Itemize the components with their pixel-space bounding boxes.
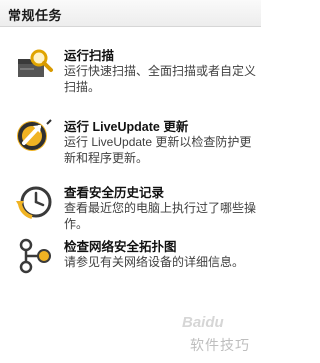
task-description: 运行快速扫描、全面扫描或者自定义扫描。 [64, 64, 257, 94]
task-title: 检查网络安全拓扑图 [64, 240, 177, 254]
task-run-scan[interactable]: 运行扫描 运行快速扫描、全面扫描或者自定义扫描。 [14, 45, 256, 94]
task-description: 请参见有关网络设备的详细信息。 [64, 255, 245, 269]
common-tasks-panel: 常规任务 运行扫描 运行快速扫描、全面扫描或者自定义扫描。 运行 LiveUpd… [0, 0, 261, 363]
panel-header: 常规任务 [0, 0, 261, 27]
task-liveupdate[interactable]: 运行 LiveUpdate 更新 运行 LiveUpdate 更新以检查防护更新… [14, 116, 254, 165]
network-map-icon [14, 236, 54, 276]
liveupdate-icon [14, 116, 54, 156]
watermark-text: 软件技巧 [190, 337, 250, 353]
scan-icon [14, 45, 54, 85]
watermark: Baidu 软件技巧 [178, 312, 258, 358]
task-title: 运行 LiveUpdate 更新 [64, 120, 189, 134]
task-description: 运行 LiveUpdate 更新以检查防护更新和程序更新。 [64, 135, 252, 165]
task-title: 运行扫描 [64, 49, 115, 63]
task-network-map[interactable]: 检查网络安全拓扑图 请参见有关网络设备的详细信息。 [14, 236, 254, 284]
watermark-brand: Baidu [182, 314, 224, 331]
task-title: 查看安全历史记录 [64, 186, 165, 200]
task-security-history[interactable]: 查看安全历史记录 查看最近您的电脑上执行过了哪些操作。 [14, 182, 256, 231]
panel-title: 常规任务 [8, 8, 63, 23]
history-clock-icon [14, 182, 54, 222]
task-description: 查看最近您的电脑上执行过了哪些操作。 [64, 201, 257, 231]
